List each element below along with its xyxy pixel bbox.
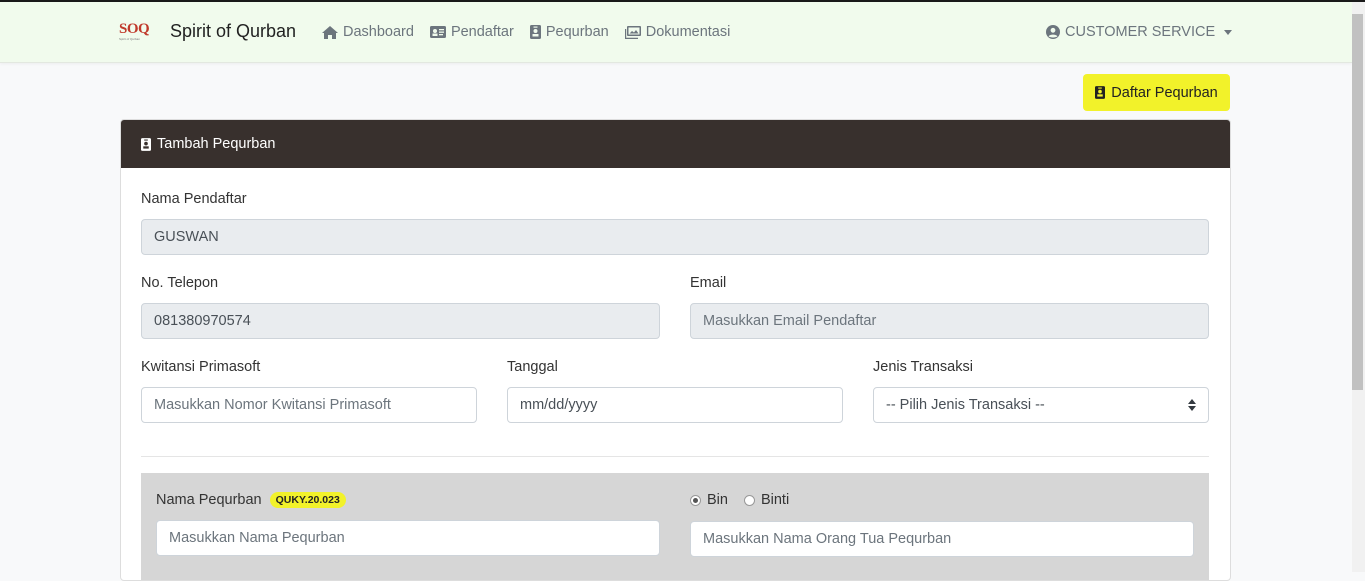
nav-dokumentasi-label: Dokumentasi bbox=[645, 24, 731, 40]
daftar-pequrban-button[interactable]: Daftar Pequrban bbox=[1083, 74, 1230, 111]
tanggal-date-input[interactable]: mm/dd/yyyy bbox=[507, 387, 843, 423]
navbar: SOQ Spirit of Qurban Spirit of Qurban Da… bbox=[0, 2, 1352, 63]
nav-pendaftar-label: Pendaftar bbox=[450, 24, 514, 40]
home-icon bbox=[322, 25, 338, 39]
bin-binti-radio-group: Bin Binti bbox=[690, 492, 789, 508]
id-card-icon bbox=[429, 26, 446, 38]
nav-dashboard-label: Dashboard bbox=[343, 24, 414, 40]
email-field[interactable]: Masukkan Email Pendaftar bbox=[690, 303, 1209, 339]
radio-bin-label[interactable]: Bin bbox=[707, 492, 728, 508]
nama-ortu-input[interactable]: Masukkan Nama Orang Tua Pequrban bbox=[690, 521, 1194, 557]
jenis-transaksi-select[interactable]: -- Pilih Jenis Transaksi -- bbox=[873, 387, 1209, 423]
id-badge-icon bbox=[529, 25, 541, 39]
card-title: Tambah Pequrban bbox=[157, 136, 276, 152]
radio-binti[interactable] bbox=[743, 494, 755, 506]
tanggal-label: Tanggal bbox=[507, 359, 558, 375]
radio-bin[interactable] bbox=[690, 494, 701, 506]
section-divider bbox=[141, 456, 1209, 457]
select-arrows-icon bbox=[1188, 399, 1196, 411]
nama-pendaftar-label: Nama Pendaftar bbox=[141, 191, 247, 207]
brand-title[interactable]: Spirit of Qurban bbox=[170, 21, 296, 42]
user-role-label: CUSTOMER SERVICE bbox=[1065, 24, 1216, 40]
nav-pequrban[interactable]: Pequrban bbox=[529, 24, 609, 40]
tambah-pequrban-card: Tambah Pequrban Nama Pendaftar GUSWAN No… bbox=[120, 119, 1231, 581]
scrollbar-thumb[interactable] bbox=[1352, 14, 1363, 390]
user-dropdown[interactable]: CUSTOMER SERVICE bbox=[1046, 24, 1233, 40]
nav-links: Dashboard Pendaftar Pequrban Dokumentasi bbox=[322, 24, 730, 40]
images-icon bbox=[624, 25, 641, 39]
nama-pequrban-label-text: Nama Pequrban bbox=[156, 492, 262, 508]
logo-subtext: Spirit of Qurban bbox=[119, 37, 141, 41]
radio-binti-label[interactable]: Binti bbox=[761, 492, 789, 508]
nav-dashboard[interactable]: Dashboard bbox=[322, 24, 414, 40]
brand-logo[interactable]: SOQ Spirit of Qurban bbox=[119, 22, 155, 44]
nav-pendaftar[interactable]: Pendaftar bbox=[429, 24, 514, 40]
email-label: Email bbox=[690, 275, 727, 291]
daftar-pequrban-label: Daftar Pequrban bbox=[1111, 84, 1218, 101]
id-badge-icon bbox=[1095, 86, 1106, 99]
kwitansi-label: Kwitansi Primasoft bbox=[141, 359, 261, 375]
chevron-down-icon bbox=[1224, 29, 1233, 35]
logo-text: SOQ bbox=[119, 21, 150, 37]
nama-pendaftar-field[interactable]: GUSWAN bbox=[141, 219, 1209, 255]
nav-pequrban-label: Pequrban bbox=[545, 24, 609, 40]
pequrban-code-badge: QUKY.20.023 bbox=[269, 492, 346, 509]
pequrban-section: Nama Pequrban QUKY.20.023 Masukkan Nama … bbox=[141, 473, 1209, 580]
nama-pequrban-input[interactable]: Masukkan Nama Pequrban bbox=[156, 520, 660, 556]
telepon-label: No. Telepon bbox=[141, 275, 219, 291]
nav-dokumentasi[interactable]: Dokumentasi bbox=[624, 24, 731, 40]
telepon-field[interactable]: 081380970574 bbox=[141, 303, 660, 339]
id-badge-icon bbox=[141, 137, 151, 151]
nama-pequrban-label: Nama Pequrban QUKY.20.023 bbox=[156, 492, 346, 509]
jenis-transaksi-label: Jenis Transaksi bbox=[873, 359, 973, 375]
jenis-transaksi-selected: -- Pilih Jenis Transaksi -- bbox=[886, 397, 1045, 413]
kwitansi-input[interactable]: Masukkan Nomor Kwitansi Primasoft bbox=[141, 387, 477, 423]
card-header: Tambah Pequrban bbox=[121, 120, 1230, 168]
user-circle-icon bbox=[1046, 25, 1060, 39]
